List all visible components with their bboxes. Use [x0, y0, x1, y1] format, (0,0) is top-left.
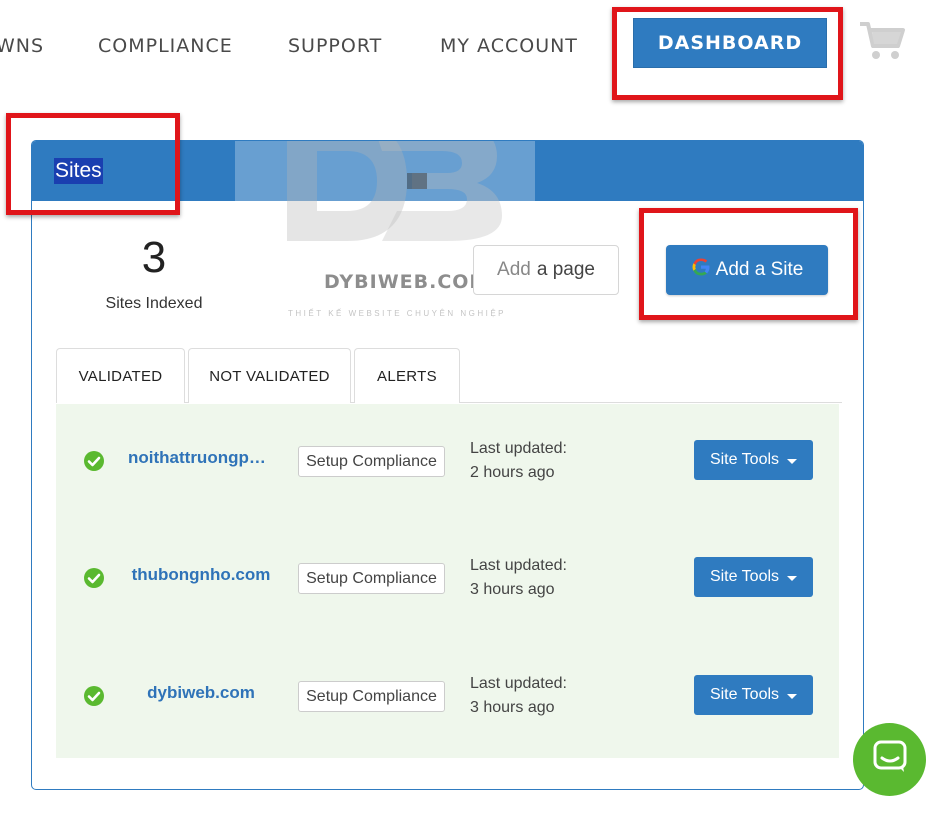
- last-updated-value: 3 hours ago: [470, 699, 555, 716]
- site-row: noithattruongphat.com Setup Compliance L…: [56, 404, 839, 522]
- chat-button[interactable]: [853, 723, 926, 796]
- nav-item-compliance[interactable]: COMPLIANCE: [98, 35, 233, 57]
- watermark-brand: DYBIWEB.COM: [324, 271, 490, 293]
- highlight-dashboard: [612, 7, 843, 100]
- site-tools-label: Site Tools: [709, 451, 780, 468]
- last-updated-label: Last updated:: [470, 675, 567, 692]
- site-domain-link[interactable]: dybiweb.com: [128, 683, 274, 703]
- tab-not-validated[interactable]: NOT VALIDATED: [188, 348, 351, 403]
- tab-validated[interactable]: VALIDATED: [56, 348, 185, 403]
- check-circle-icon: [84, 568, 104, 593]
- caret-down-icon: [787, 575, 798, 581]
- sites-count: 3: [141, 233, 167, 282]
- tab-alerts[interactable]: ALERTS: [354, 348, 460, 403]
- highlight-sites-title: [6, 113, 180, 215]
- watermark-tagline: THIẾT KẾ WEBSITE CHUYÊN NGHIỆP: [288, 309, 506, 318]
- site-tools-label: Site Tools: [709, 686, 780, 703]
- caret-down-icon: [787, 693, 798, 699]
- cart-icon[interactable]: [858, 20, 906, 67]
- setup-compliance-button[interactable]: Setup Compliance: [298, 446, 445, 477]
- add-page-label-rest: a page: [536, 259, 595, 280]
- add-page-button[interactable]: Add a page: [473, 245, 619, 295]
- nav-item-support[interactable]: SUPPORT: [288, 35, 382, 57]
- caret-down-icon: [787, 458, 798, 464]
- last-updated-value: 2 hours ago: [470, 464, 555, 481]
- site-domain-link[interactable]: thubongnho.com: [128, 565, 274, 585]
- site-tools-label: Site Tools: [709, 568, 780, 585]
- chat-icon: [873, 740, 907, 779]
- nav-item-my-account[interactable]: MY ACCOUNT: [440, 35, 578, 57]
- site-row: thubongnho.com Setup Compliance Last upd…: [56, 521, 839, 639]
- site-list: noithattruongphat.com Setup Compliance L…: [56, 404, 839, 758]
- sites-count-label: Sites Indexed: [105, 295, 203, 312]
- watermark-logo: [287, 141, 502, 241]
- last-updated-label: Last updated:: [470, 440, 567, 457]
- setup-compliance-button[interactable]: Setup Compliance: [298, 563, 445, 594]
- site-domain-link[interactable]: noithattruongphat.com: [128, 448, 274, 468]
- check-circle-icon: [84, 686, 104, 711]
- site-row: dybiweb.com Setup Compliance Last update…: [56, 639, 839, 757]
- site-tools-button[interactable]: Site Tools: [694, 440, 813, 480]
- check-circle-icon: [84, 451, 104, 476]
- site-tools-button[interactable]: Site Tools: [694, 557, 813, 597]
- setup-compliance-button[interactable]: Setup Compliance: [298, 681, 445, 712]
- nav-item-partial[interactable]: WNS: [0, 35, 44, 57]
- site-tools-button[interactable]: Site Tools: [694, 675, 813, 715]
- add-page-label-first: Add: [497, 259, 531, 280]
- last-updated-label: Last updated:: [470, 557, 567, 574]
- last-updated-value: 3 hours ago: [470, 581, 555, 598]
- highlight-add-site: [639, 208, 858, 320]
